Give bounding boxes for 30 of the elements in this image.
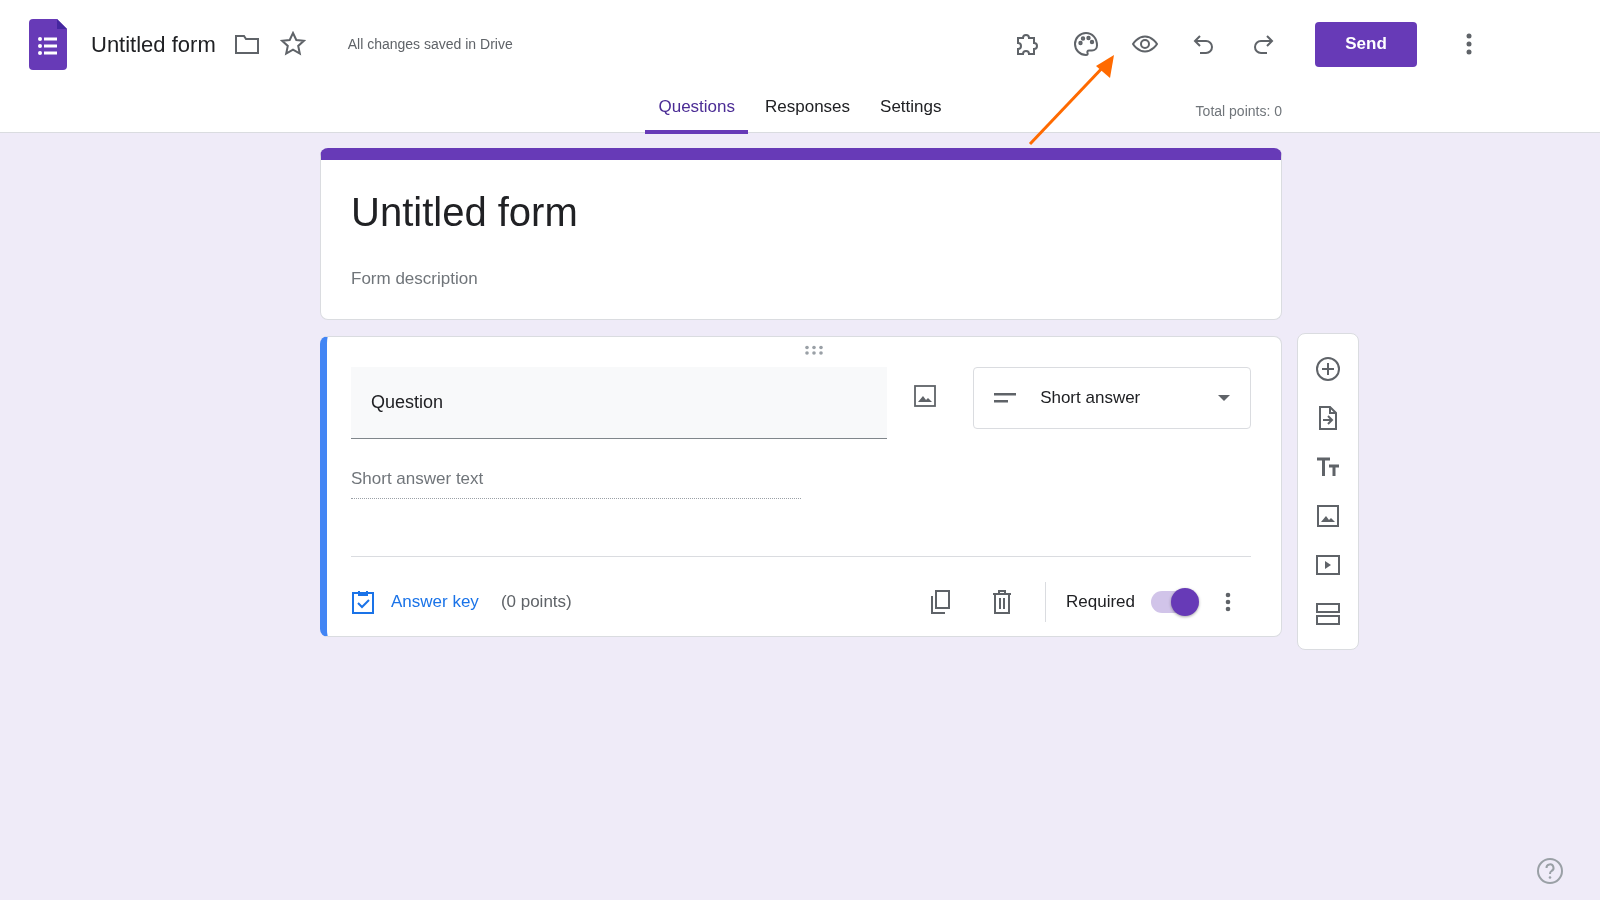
short-text-icon [994,393,1017,403]
section-icon [1315,601,1341,628]
checklist-icon [351,588,375,615]
form-title[interactable]: Untitled form [351,188,1251,236]
tab[interactable]: Questions [645,86,748,134]
forms-logo-icon [29,18,67,70]
required-label: Required [1066,590,1135,613]
add-circle-icon [1315,355,1341,382]
palette-icon [1073,31,1099,57]
save-status: All changes saved in Drive [347,34,513,54]
drag-handle-icon[interactable] [804,345,824,355]
form-description-field[interactable]: Form description [351,266,1251,292]
more-icon [1225,591,1231,612]
answer-key-link[interactable]: Answer key [391,588,479,615]
points-label: (0 points) [500,590,572,613]
puzzle-icon [1014,31,1040,57]
dropdown-caret-icon [1218,394,1230,402]
total-points: Total points: 0 [1195,102,1282,121]
image-icon [1315,503,1341,530]
tab[interactable]: Responses [752,86,864,134]
star-icon [279,31,306,57]
required-toggle[interactable] [1151,590,1197,613]
tab[interactable]: Settings [867,86,955,134]
question-type-dropdown[interactable]: Short answer [973,367,1251,429]
image-icon [912,383,939,409]
document-title[interactable]: Untitled form [91,27,216,61]
more-icon [1466,33,1472,55]
question-field[interactable]: Question [351,367,887,439]
send-button[interactable]: Send [1315,21,1417,67]
answer-field: Short answer text [351,466,801,499]
